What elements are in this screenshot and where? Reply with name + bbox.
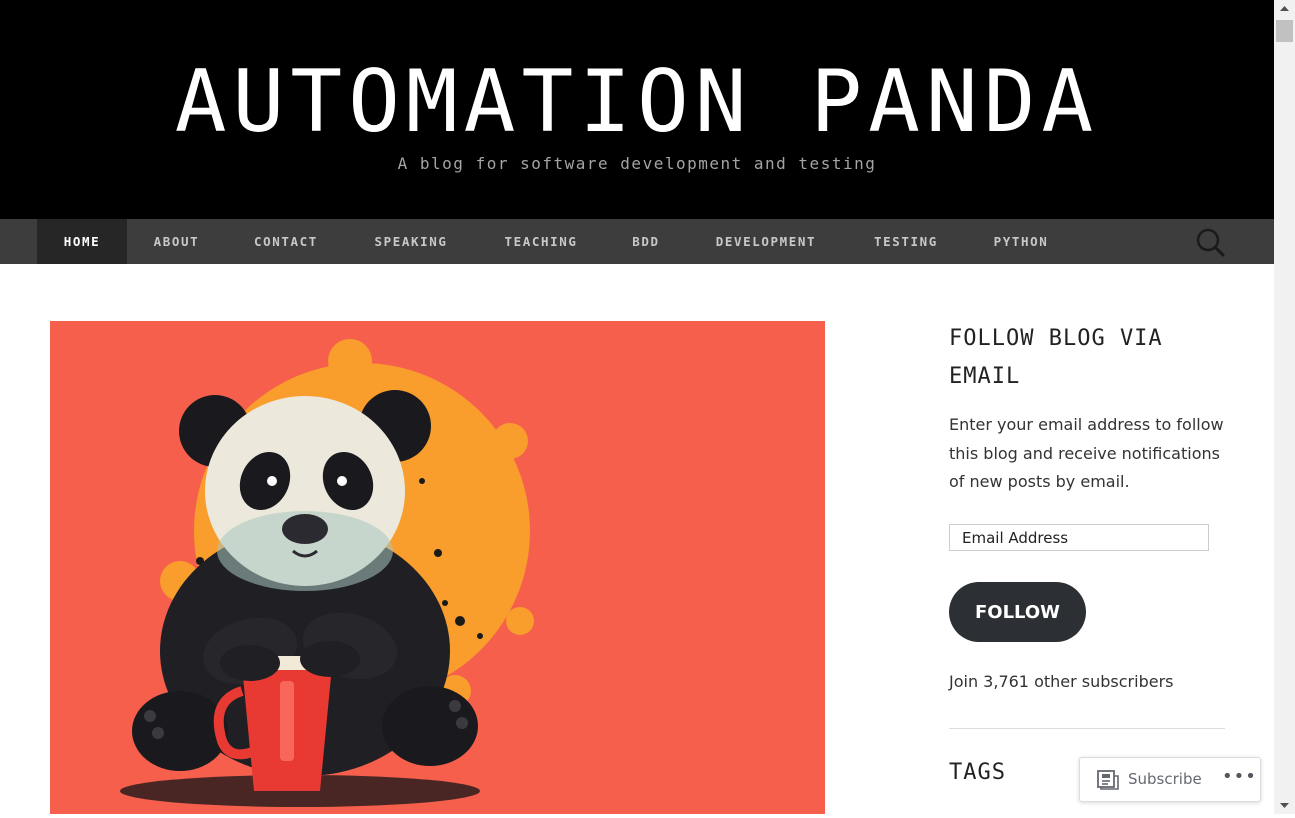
nav-item-teaching[interactable]: TEACHING [476,219,606,264]
subscriber-count: Join 3,761 other subscribers [949,672,1174,691]
nav-item-contact[interactable]: CONTACT [226,219,346,264]
email-field[interactable] [949,524,1209,551]
scroll-up-icon [1280,6,1289,11]
reader-icon [1097,770,1119,790]
scrollbar[interactable] [1274,0,1295,814]
subscribe-label: Subscribe [1128,770,1202,788]
scroll-up-button[interactable] [1274,0,1295,17]
subscribe-bar: Subscribe ••• [1079,757,1261,802]
nav-item-python[interactable]: PYTHON [966,219,1076,264]
more-options-button[interactable]: ••• [1222,764,1256,794]
sidebar: FOLLOW BLOG VIA EMAIL Enter your email a… [949,320,1239,497]
nav-item-speaking[interactable]: SPEAKING [346,219,476,264]
site-header: AUTOMATION PANDA A blog for software dev… [0,0,1274,219]
scroll-down-icon [1280,803,1289,808]
nav-item-home[interactable]: HOME [37,219,127,264]
featured-image[interactable] [50,321,825,814]
nav-item-bdd[interactable]: BDD [606,219,686,264]
search-icon [1196,228,1225,257]
site-title[interactable]: AUTOMATION PANDA [0,52,1274,152]
panda-illustration [50,321,825,814]
search-button[interactable] [1194,226,1226,258]
main-navigation: HOME ABOUT CONTACT SPEAKING TEACHING BDD… [0,219,1274,264]
scrollbar-thumb[interactable] [1276,20,1293,42]
follow-button[interactable]: FOLLOW [949,582,1086,642]
scroll-down-button[interactable] [1274,797,1295,814]
tags-title: TAGS [949,760,1006,785]
nav-item-about[interactable]: ABOUT [127,219,226,264]
follow-blog-title: FOLLOW BLOG VIA EMAIL [949,326,1163,389]
nav-item-development[interactable]: DEVELOPMENT [686,219,846,264]
widget-divider [949,728,1225,729]
follow-blog-description: Enter your email address to follow this … [949,415,1224,491]
site-tagline: A blog for software development and test… [397,154,877,173]
subscribe-button[interactable]: Subscribe [1080,758,1210,801]
nav-item-testing[interactable]: TESTING [846,219,966,264]
